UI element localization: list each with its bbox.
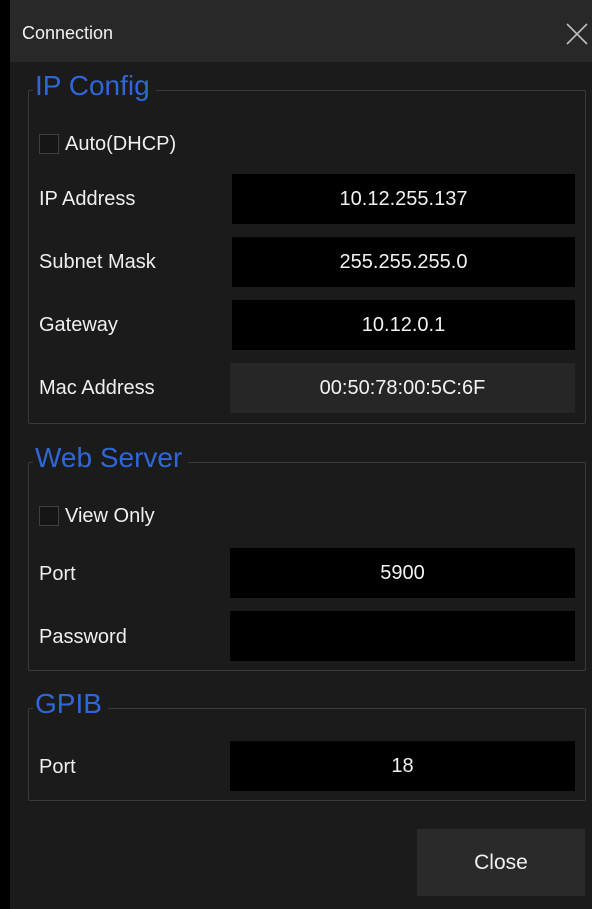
web-server-group: Web Server View Only Port 5900 Password <box>28 441 586 671</box>
dhcp-checkbox-row[interactable]: Auto(DHCP) <box>39 131 176 157</box>
web-server-legend: Web Server <box>33 441 189 475</box>
password-label: Password <box>39 626 127 648</box>
title-bar: Connection <box>10 0 592 62</box>
ip-address-field[interactable]: 10.12.255.137 <box>232 174 575 224</box>
gpib-port-label: Port <box>39 756 76 778</box>
close-icon[interactable] <box>566 23 588 45</box>
ip-address-label: IP Address <box>39 188 136 210</box>
mac-address-label: Mac Address <box>39 377 155 399</box>
view-only-label: View Only <box>65 504 155 527</box>
gpib-group: GPIB Port 18 <box>28 687 586 801</box>
ip-config-group: IP Config Auto(DHCP) IP Address 10.12.25… <box>28 69 586 424</box>
subnet-mask-label: Subnet Mask <box>39 251 156 273</box>
dhcp-checkbox[interactable] <box>39 134 59 154</box>
password-field[interactable] <box>230 611 575 661</box>
gpib-legend: GPIB <box>33 687 108 721</box>
connection-dialog: Connection IP Config Auto(DHCP) IP Addre… <box>10 0 592 909</box>
view-only-checkbox[interactable] <box>39 506 59 526</box>
subnet-mask-field[interactable]: 255.255.255.0 <box>232 237 575 287</box>
ip-config-legend: IP Config <box>33 69 156 103</box>
web-port-field[interactable]: 5900 <box>230 548 575 598</box>
view-only-checkbox-row[interactable]: View Only <box>39 503 155 529</box>
gateway-label: Gateway <box>39 314 118 336</box>
close-button[interactable]: Close <box>417 829 585 896</box>
gpib-port-field[interactable]: 18 <box>230 741 575 791</box>
dhcp-label: Auto(DHCP) <box>65 132 177 155</box>
mac-address-value: 00:50:78:00:5C:6F <box>230 363 575 413</box>
dialog-title: Connection <box>22 23 114 43</box>
gateway-field[interactable]: 10.12.0.1 <box>232 300 575 350</box>
web-port-label: Port <box>39 563 76 585</box>
